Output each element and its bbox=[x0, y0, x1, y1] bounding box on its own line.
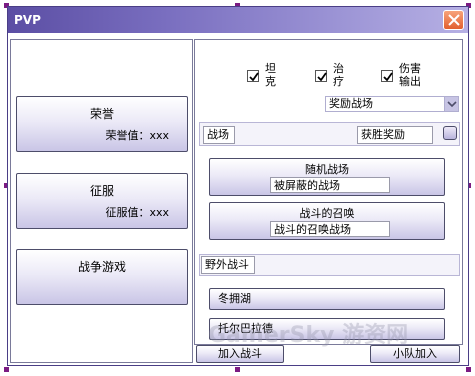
join-battle-label: 加入战斗 bbox=[218, 347, 262, 360]
conquest-value: 征服值：xxx bbox=[105, 206, 169, 219]
tank-label: 坦 克 bbox=[265, 62, 276, 88]
random-battleground-title: 随机战场 bbox=[305, 163, 349, 176]
win-reward-header: 获胜奖励 bbox=[357, 126, 433, 144]
join-battle-button[interactable]: 加入战斗 bbox=[196, 345, 284, 363]
role-healer[interactable]: 治 疗 bbox=[315, 60, 355, 90]
window-title: PVP bbox=[14, 13, 41, 27]
war-games-button[interactable]: 战争游戏 bbox=[16, 249, 188, 305]
battleground-header: 战场 bbox=[203, 126, 235, 144]
role-tank[interactable]: 坦 克 bbox=[247, 60, 287, 90]
random-battleground-button[interactable]: 随机战场 被屏蔽的战场 bbox=[209, 158, 445, 196]
dps-checkbox[interactable] bbox=[381, 70, 393, 82]
chevron-down-icon bbox=[447, 101, 457, 108]
call-to-arms-subtitle: 战斗的召唤战场 bbox=[270, 221, 390, 237]
title-bar[interactable]: PVP bbox=[8, 7, 468, 33]
close-button[interactable] bbox=[443, 10, 464, 30]
honor-value: 荣誉值：xxx bbox=[105, 129, 169, 142]
wintergrasp-button[interactable]: 冬拥湖 bbox=[209, 288, 445, 310]
role-dps[interactable]: 伤害 输出 bbox=[381, 60, 441, 90]
group-join-button[interactable]: 小队加入 bbox=[370, 345, 460, 363]
close-icon bbox=[448, 14, 460, 26]
honor-button[interactable]: 荣誉 荣誉值：xxx bbox=[16, 96, 188, 152]
healer-checkbox[interactable] bbox=[315, 70, 327, 82]
honor-label: 荣誉 bbox=[89, 107, 114, 121]
wintergrasp-label: 冬拥湖 bbox=[218, 292, 251, 305]
resize-handle-bottom-left[interactable] bbox=[3, 366, 10, 373]
tank-checkbox[interactable] bbox=[247, 70, 259, 82]
reward-dropdown-value: 奖励战场 bbox=[329, 97, 373, 110]
resize-handle-bottom-center[interactable] bbox=[234, 366, 241, 373]
conquest-label: 征服 bbox=[89, 184, 114, 198]
dps-label: 伤害 输出 bbox=[399, 62, 421, 88]
war-games-label: 战争游戏 bbox=[77, 260, 126, 274]
conquest-button[interactable]: 征服 征服值：xxx bbox=[16, 173, 188, 229]
world-pvp-header: 野外战斗 bbox=[201, 256, 255, 274]
check-icon bbox=[383, 72, 393, 82]
random-battleground-subtitle: 被屏蔽的战场 bbox=[270, 177, 390, 193]
resize-handle-bottom-right[interactable] bbox=[465, 366, 472, 373]
right-panel: 坦 克 治 疗 伤害 输出 奖励战场 战场 获胜奖励 随机战场 被屏蔽的战场 战… bbox=[194, 39, 463, 345]
reward-dropdown[interactable]: 奖励战场 bbox=[325, 96, 459, 112]
call-to-arms-button[interactable]: 战斗的召唤 战斗的召唤战场 bbox=[209, 202, 445, 240]
left-panel: 荣誉 荣誉值：xxx 征服 征服值：xxx 战争游戏 bbox=[10, 39, 193, 363]
pvp-window: PVP 荣誉 荣誉值：xxx 征服 征服值：xxx 战争游戏 坦 克 治 疗 伤… bbox=[7, 6, 469, 366]
dropdown-arrow[interactable] bbox=[444, 97, 458, 111]
check-icon bbox=[317, 72, 327, 82]
group-join-label: 小队加入 bbox=[393, 347, 437, 360]
healer-label: 治 疗 bbox=[333, 62, 344, 88]
reward-slot[interactable] bbox=[443, 126, 457, 140]
check-icon bbox=[249, 72, 259, 82]
call-to-arms-title: 战斗的召唤 bbox=[299, 207, 355, 220]
